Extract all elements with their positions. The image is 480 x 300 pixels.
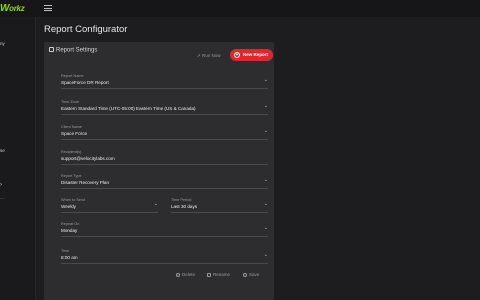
time-zone-select[interactable]: Time Zone Eastern Standard Time (UTC-05:… (61, 100, 268, 115)
app-logo[interactable]: Workz (0, 3, 25, 14)
document-icon (49, 47, 54, 52)
repeat-on-select[interactable]: Repeat On Monday ⌄ (61, 222, 268, 237)
send-icon: ➚ (197, 53, 201, 58)
sidebar-item-label[interactable]: ny (0, 41, 5, 46)
delete-button[interactable]: Delete (176, 272, 195, 277)
sidebar-divider: — (0, 196, 5, 201)
rename-icon (207, 272, 211, 277)
sidebar-chevron-icon[interactable]: › (0, 182, 2, 188)
save-button[interactable]: Save (243, 272, 259, 277)
chevron-down-icon: ⌄ (263, 128, 268, 134)
sidebar: ny se › — (0, 17, 36, 300)
page-title: Report Configurator (44, 24, 128, 35)
rename-button[interactable]: Rename (207, 272, 230, 277)
client-name-select[interactable]: Client Name Space Force ⌄ (61, 125, 268, 140)
main-content: Report Configurator Report Settings ➚ Ru… (36, 17, 480, 300)
chevron-down-icon: ⌄ (263, 103, 268, 109)
report-settings-card: Report Settings ➚ Run Now + New Report R… (44, 42, 274, 300)
top-bar: Workz (0, 0, 480, 17)
save-icon (243, 272, 247, 277)
recipients-field[interactable]: Recipient(s) support@velocitylabs.com (61, 150, 268, 165)
chevron-down-icon: ⌄ (263, 252, 268, 258)
chevron-down-icon: ⌄ (263, 225, 268, 231)
when-to-send-select[interactable]: When to Send Weekly ⌄ (61, 198, 158, 213)
delete-icon (176, 272, 180, 277)
time-period-select[interactable]: Time Period Last 30 days ⌄ (171, 198, 268, 213)
chevron-down-icon: ⌄ (263, 77, 268, 83)
plus-icon: + (234, 52, 240, 58)
report-type-select[interactable]: Report Type Disaster Recovery Plan ⌄ (61, 174, 268, 189)
hamburger-menu-icon[interactable] (44, 5, 52, 11)
chevron-down-icon: ⌄ (263, 177, 268, 183)
sidebar-item-label[interactable]: se (0, 148, 5, 153)
report-name-field[interactable]: Report Name SpaceForce DR Report ⌄ (61, 74, 268, 89)
time-select[interactable]: Time 8:00 am ⌄ (61, 249, 268, 264)
chevron-down-icon: ⌄ (153, 201, 158, 207)
card-title: Report Settings (49, 47, 97, 54)
run-now-button[interactable]: ➚ Run Now (197, 53, 221, 59)
chevron-down-icon: ⌄ (263, 201, 268, 207)
new-report-button[interactable]: + New Report (230, 49, 273, 61)
